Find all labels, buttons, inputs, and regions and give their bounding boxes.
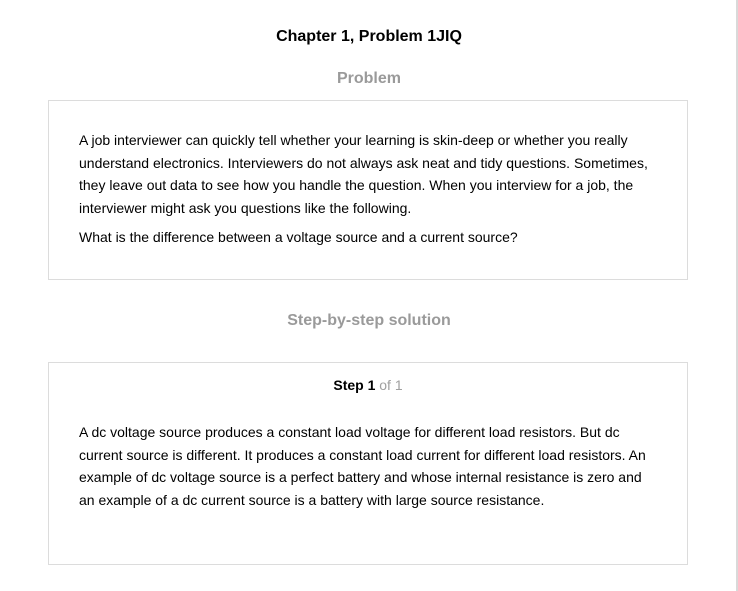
page: Chapter 1, Problem 1JIQ Problem A job in… <box>0 0 738 591</box>
problem-heading: Problem <box>336 70 401 87</box>
step-indicator: Step 1 of 1 <box>79 377 657 393</box>
problem-paragraph: A job interviewer can quickly tell wheth… <box>79 132 648 216</box>
solution-paragraph: A dc voltage source produces a constant … <box>79 424 646 508</box>
solution-heading: Step-by-step solution <box>287 312 451 329</box>
problem-question: What is the difference between a voltage… <box>79 229 518 245</box>
problem-card: A job interviewer can quickly tell wheth… <box>48 100 688 280</box>
solution-card: Step 1 of 1 A dc voltage source produces… <box>48 362 688 565</box>
chapter-title: Chapter 1, Problem 1JIQ <box>276 28 462 45</box>
step-total: of 1 <box>379 377 403 393</box>
step-number: Step 1 <box>333 377 376 393</box>
